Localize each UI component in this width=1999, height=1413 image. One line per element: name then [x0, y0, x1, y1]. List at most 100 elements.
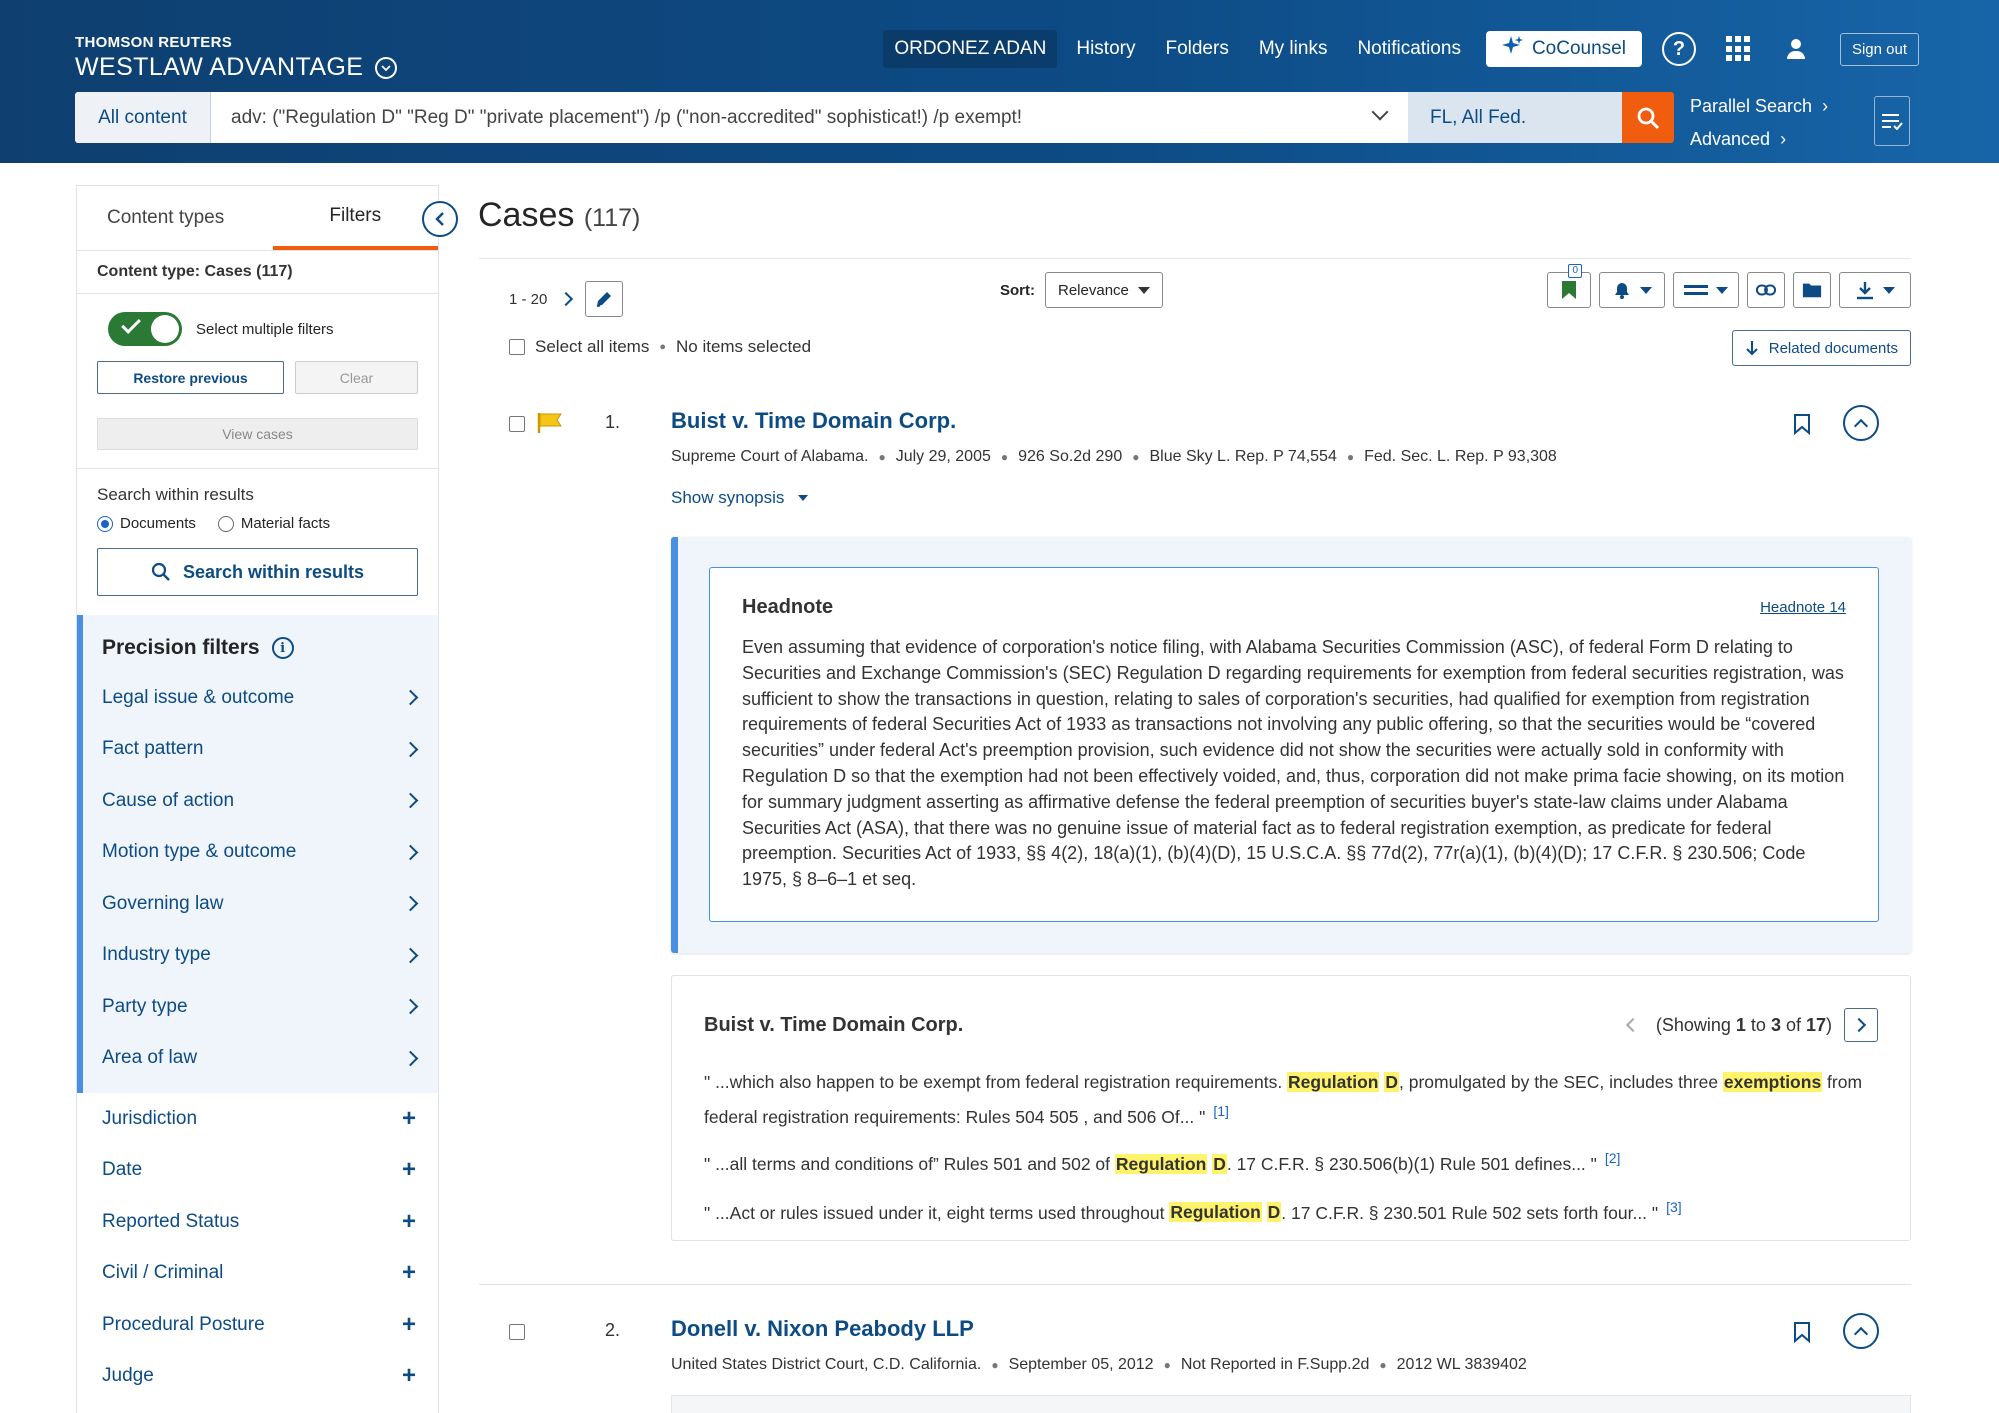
sort-select[interactable]: Relevance	[1045, 272, 1163, 308]
filter-industry-type[interactable]: Industry type	[83, 930, 438, 982]
tab-filters[interactable]: Filters	[272, 186, 438, 250]
filter-legal-issue[interactable]: Legal issue & outcome	[83, 672, 438, 724]
chevron-down-icon[interactable]	[1371, 103, 1389, 121]
apps-grid-icon[interactable]	[1725, 36, 1752, 62]
download-button[interactable]	[1839, 272, 1911, 308]
filter-date[interactable]: Date +	[83, 1145, 438, 1197]
help-circle-icon[interactable]: ?	[1661, 32, 1696, 66]
info-icon[interactable]: i	[271, 637, 294, 659]
search-input[interactable]: adv: ("Regulation D" "Reg D" "private pl…	[211, 92, 1408, 143]
radio-material-facts[interactable]: Material facts	[217, 515, 330, 532]
chevron-right-icon	[402, 844, 419, 861]
filter-civil-criminal[interactable]: Civil / Criminal +	[83, 1248, 438, 1300]
parallel-search-link[interactable]: Parallel Search ›	[1690, 90, 1828, 123]
next-snippet-button[interactable]	[1844, 1008, 1878, 1042]
search-query-text: adv: ("Regulation D" "Reg D" "private pl…	[231, 106, 1023, 128]
nav-history[interactable]: History	[1065, 30, 1146, 68]
filter-reported-status[interactable]: Reported Status +	[83, 1196, 438, 1248]
footnote-link[interactable]: [2]	[1605, 1150, 1621, 1166]
bookmark-icon	[1562, 281, 1576, 299]
caret-down-icon	[1138, 286, 1150, 294]
chevron-left-icon	[435, 212, 444, 226]
plus-icon: +	[401, 1156, 416, 1184]
chevron-left-icon[interactable]	[1625, 1017, 1640, 1033]
view-options-button[interactable]	[1673, 272, 1739, 308]
tab-content-types[interactable]: Content types	[77, 186, 273, 250]
flag-filter-button[interactable]: 0	[1547, 264, 1591, 308]
bookmark-icon[interactable]	[1793, 413, 1811, 436]
person-icon[interactable]	[1784, 37, 1808, 61]
brand-logo[interactable]: THOMSON REUTERS WESTLAW ADVANTAGE	[75, 34, 398, 82]
filter-fact-pattern[interactable]: Fact pattern	[83, 724, 438, 776]
chevron-circle-icon[interactable]	[375, 56, 398, 79]
collapse-sidebar-button[interactable]	[422, 201, 458, 237]
content-scope-select[interactable]: All content	[75, 92, 211, 143]
page-title-text: Cases	[478, 196, 575, 234]
user-menu[interactable]: ORDONEZ ADAN	[883, 30, 1058, 68]
filter-buttons: Restore previous Clear	[77, 346, 438, 394]
brand-main: WESTLAW ADVANTAGE	[75, 53, 398, 82]
collapse-result-button[interactable]	[1843, 405, 1879, 441]
flag-icon[interactable]	[537, 412, 563, 439]
parallel-search-label: Parallel Search	[1690, 96, 1813, 116]
result-checkbox[interactable]	[509, 416, 525, 432]
headnote-panel-partial	[671, 1395, 1911, 1413]
nav-notifications[interactable]: Notifications	[1346, 30, 1472, 68]
related-documents-button[interactable]: Related documents	[1731, 330, 1911, 366]
footnote-link[interactable]: [1]	[1213, 1103, 1229, 1119]
result-number: 1.	[605, 412, 621, 432]
cocounsel-button[interactable]: CoCounsel	[1485, 31, 1642, 67]
filter-governing-law[interactable]: Governing law	[83, 878, 438, 930]
show-synopsis-toggle[interactable]: Show synopsis	[671, 488, 809, 508]
nav-folders[interactable]: Folders	[1154, 30, 1239, 68]
collapse-result-button[interactable]	[1843, 1313, 1879, 1349]
filter-procedural-posture[interactable]: Procedural Posture +	[83, 1299, 438, 1351]
alert-button[interactable]	[1599, 272, 1665, 308]
filter-party-type[interactable]: Party type	[83, 981, 438, 1033]
radio-documents[interactable]: Documents	[97, 515, 196, 532]
sort-control: Sort: Relevance	[1000, 272, 1163, 308]
result-count: (117)	[583, 204, 641, 232]
headnote-panel: Headnote Headnote 14 Even assuming that …	[671, 537, 1911, 953]
jurisdiction-select[interactable]: FL, All Fed.	[1408, 92, 1622, 143]
result-title-link[interactable]: Donell v. Nixon Peabody LLP	[671, 1316, 974, 1342]
result-title-link[interactable]: Buist v. Time Domain Corp.	[671, 408, 956, 434]
filter-motion-type[interactable]: Motion type & outcome	[83, 827, 438, 879]
sign-out-button[interactable]: Sign out	[1839, 32, 1919, 66]
select-multiple-toggle[interactable]	[108, 312, 182, 346]
snippet-pagination: (Showing 1 to 3 of 17)	[1625, 1008, 1878, 1042]
snippet: " ...all terms and conditions of” Rules …	[704, 1149, 1621, 1174]
filters-sidebar: Content types Filters Content type: Case…	[76, 185, 458, 1413]
advanced-search-link[interactable]: Advanced ›	[1690, 123, 1828, 156]
snippets-title: Buist v. Time Domain Corp.	[704, 1013, 964, 1036]
select-all-checkbox[interactable]	[509, 339, 525, 355]
list-settings-icon[interactable]	[1874, 96, 1910, 146]
search-icon	[151, 562, 170, 581]
precision-filters-title: Precision filters i	[83, 615, 438, 660]
filter-jurisdiction[interactable]: Jurisdiction +	[83, 1093, 438, 1145]
copy-link-button[interactable]	[1747, 272, 1785, 308]
view-cases-button[interactable]: View cases	[97, 418, 418, 450]
restore-previous-button[interactable]: Restore previous	[97, 361, 284, 394]
save-to-folder-button[interactable]	[1793, 272, 1831, 308]
flag-count: 0	[1568, 264, 1582, 278]
headnote-header: Headnote Headnote 14	[742, 596, 1846, 619]
reporter-citation: 926 So.2d 290	[1018, 448, 1123, 465]
search-button[interactable]	[1622, 92, 1674, 143]
filter-cause-of-action[interactable]: Cause of action	[83, 775, 438, 827]
clear-button[interactable]: Clear	[295, 361, 418, 394]
result-checkbox[interactable]	[509, 1324, 525, 1340]
headnote-link[interactable]: Headnote 14	[1760, 599, 1846, 616]
app-header: THOMSON REUTERS WESTLAW ADVANTAGE ORDONE…	[0, 0, 1999, 163]
filter-area-of-law[interactable]: Area of law	[83, 1033, 438, 1085]
footnote-link[interactable]: [3]	[1666, 1199, 1682, 1215]
search-within-button[interactable]: Search within results	[97, 548, 418, 596]
chevron-up-icon	[1853, 418, 1869, 433]
bookmark-icon[interactable]	[1793, 1321, 1811, 1344]
filter-judge[interactable]: Judge +	[83, 1351, 438, 1403]
caret-down-icon	[1640, 286, 1652, 294]
nav-my-links[interactable]: My links	[1248, 30, 1339, 68]
chevron-right-icon[interactable]	[559, 291, 574, 307]
reporter-citation: Blue Sky L. Rep. P 74,554	[1149, 448, 1337, 465]
pencil-icon[interactable]	[585, 281, 624, 317]
